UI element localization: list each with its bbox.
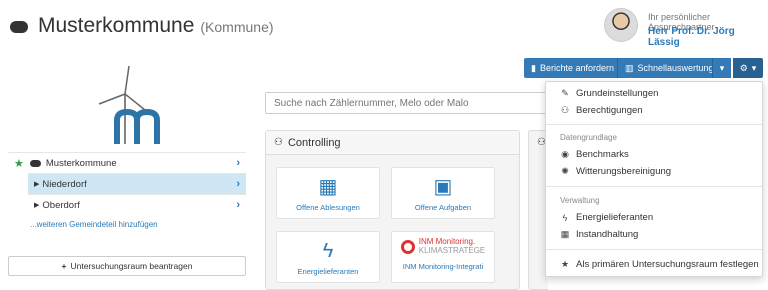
- settings-dropdown-button[interactable]: ⚙ ▾: [733, 58, 763, 78]
- wind-turbine-logo: [98, 65, 160, 144]
- plus-icon: +: [61, 261, 67, 271]
- caret-right-icon: ▶: [34, 181, 40, 188]
- menu-divider: [546, 124, 762, 125]
- page-title: Musterkommune (Kommune): [10, 14, 274, 38]
- tree-item-label: Oberdorf: [42, 199, 80, 211]
- inm-brand-line2: KLIMASTRATEGE: [418, 245, 486, 255]
- menu-item-energy-suppliers[interactable]: ϟ Energielieferanten: [560, 212, 654, 223]
- request-area-label: Untersuchungsraum beantragen: [70, 261, 193, 271]
- reports-button-label: Berichte anfordern: [539, 63, 614, 73]
- menu-item-label: Als primären Untersuchungsraum festlegen: [576, 259, 759, 270]
- menu-item-weather-correction[interactable]: ✺ Witterungsbereinigung: [560, 166, 671, 177]
- chevron-down-icon: ▾: [719, 62, 725, 73]
- location-tree: ★ Musterkommune › ▶ Niederdorf › ▶ Oberd…: [8, 152, 246, 215]
- menu-item-label: Witterungsbereinigung: [576, 166, 672, 177]
- panel-header: ⚇ Controlling: [266, 131, 519, 155]
- star-icon: ★: [14, 157, 24, 170]
- inm-logo-icon: [400, 239, 415, 254]
- menu-section-header: Datengrundlage: [560, 133, 617, 142]
- gamepad-icon: [10, 21, 28, 33]
- tree-item-root[interactable]: ★ Musterkommune ›: [8, 152, 246, 173]
- chevron-right-icon: ›: [236, 178, 240, 190]
- menu-section-header: Verwaltung: [560, 196, 600, 205]
- chevron-right-icon: ›: [236, 199, 240, 211]
- reports-button[interactable]: ▮ Berichte anfordern: [524, 58, 621, 78]
- calendar-refresh-icon: ▦: [318, 176, 338, 198]
- menu-divider: [546, 186, 762, 187]
- tree-item-niederdorf[interactable]: ▶ Niederdorf ›: [28, 173, 246, 194]
- chevron-down-icon: ▾: [751, 62, 757, 73]
- menu-item-maintenance[interactable]: ▦ Instandhaltung: [560, 229, 639, 240]
- user-settings-icon: ⚇: [274, 137, 283, 148]
- menu-item-set-primary[interactable]: ★ Als primären Untersuchungsraum festleg…: [560, 259, 759, 270]
- add-district-link[interactable]: ...weiteren Gemeindeteil hinzufügen: [30, 220, 158, 229]
- panel-title: Controlling: [287, 136, 341, 149]
- tile-open-readings[interactable]: ▦ Offene Ablesungen: [276, 167, 380, 219]
- dashboard-icon: ◉: [561, 149, 569, 159]
- settings-dropdown-menu: ✎ Grundeinstellungen ⚇ Berechtigungen Da…: [545, 81, 763, 277]
- book-icon: ▮: [531, 62, 536, 73]
- bolt-icon: ϟ: [562, 212, 568, 223]
- tile-label: INM Monitoring-Integrati: [402, 261, 484, 271]
- tile-label: Offene Ablesungen: [296, 203, 360, 212]
- tile-label: Offene Aufgaben: [414, 203, 472, 212]
- tile-inm-monitoring[interactable]: INM Monitoring. KLIMASTRATEGE INM Monito…: [391, 231, 495, 283]
- menu-item-settings[interactable]: ✎ Grundeinstellungen: [560, 88, 658, 99]
- menu-item-label: Energielieferanten: [576, 212, 654, 223]
- calendar-icon: ▦: [560, 229, 570, 239]
- quick-reports-label: Schnellauswertungen: [637, 63, 724, 73]
- caret-right-icon: ▶: [34, 202, 40, 209]
- tree-item-label: Niederdorf: [42, 178, 87, 190]
- cogs-icon: ⚙: [739, 62, 748, 73]
- tree-item-label: Musterkommune: [45, 157, 117, 169]
- meter-search-input[interactable]: [265, 92, 555, 114]
- inm-logo-text: INM Monitoring. KLIMASTRATEGE: [418, 237, 486, 256]
- sun-icon: ✺: [561, 166, 569, 176]
- menu-item-benchmarks[interactable]: ◉ Benchmarks: [560, 149, 629, 160]
- quick-reports-dropdown-toggle[interactable]: ▾: [712, 58, 731, 78]
- menu-item-permissions[interactable]: ⚇ Berechtigungen: [560, 105, 643, 116]
- menu-item-label: Berechtigungen: [576, 105, 643, 116]
- chevron-right-icon: ›: [236, 157, 240, 169]
- menu-item-label: Grundeinstellungen: [576, 88, 659, 99]
- menu-item-label: Benchmarks: [576, 149, 629, 160]
- controlling-panel: ⚇ Controlling ▦ Offene Ablesungen ▣ Offe…: [265, 130, 520, 290]
- gamepad-icon: [29, 159, 41, 167]
- request-area-button[interactable]: + Untersuchungsraum beantragen: [8, 256, 246, 276]
- tile-energy-suppliers[interactable]: ϟ Energielieferanten: [276, 231, 380, 283]
- tile-open-tasks[interactable]: ▣ Offene Aufgaben: [391, 167, 495, 219]
- contact-name-link[interactable]: Herr Prof. Dr. Jörg Lässig: [648, 26, 768, 48]
- calendar-alert-icon: ▣: [433, 176, 453, 198]
- inm-logo: INM Monitoring. KLIMASTRATEGE: [400, 237, 486, 256]
- star-icon: ★: [560, 259, 570, 269]
- page-subtitle: (Kommune): [200, 19, 274, 35]
- menu-divider: [546, 249, 762, 250]
- users-icon: ⚇: [560, 105, 570, 115]
- edit-icon: ✎: [561, 88, 569, 98]
- page-title-text: Musterkommune: [38, 14, 195, 37]
- tile-label: Energielieferanten: [297, 267, 359, 276]
- menu-item-label: Instandhaltung: [576, 229, 639, 240]
- bar-chart-icon: ▥: [625, 62, 634, 73]
- contact-avatar: [604, 8, 638, 42]
- tree-item-oberdorf[interactable]: ▶ Oberdorf ›: [28, 194, 246, 215]
- bolt-icon: ϟ: [322, 240, 334, 262]
